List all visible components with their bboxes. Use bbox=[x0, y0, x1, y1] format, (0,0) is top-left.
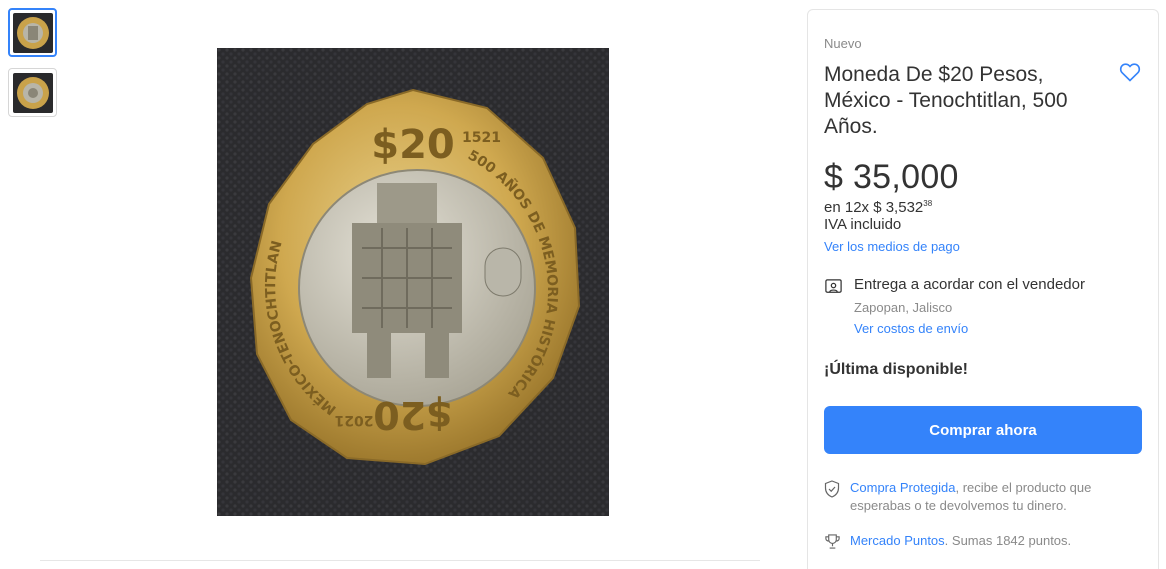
installments-amount: en 12x $ 3,532 bbox=[824, 199, 924, 216]
iva-label: IVA incluido bbox=[824, 216, 902, 233]
coin-thumbnail-graphic bbox=[16, 16, 49, 49]
mercado-puntos-link[interactable]: Mercado Puntos bbox=[850, 533, 945, 548]
seller-location: Zapopan, Jalisco bbox=[854, 300, 953, 315]
payment-methods-link[interactable]: Ver los medios de pago bbox=[824, 239, 960, 254]
gallery-divider bbox=[40, 560, 760, 561]
purchase-protection: Compra Protegida, recibe el producto que… bbox=[850, 479, 1130, 515]
stock-status: ¡Última disponible! bbox=[824, 361, 968, 378]
buy-box: Nuevo Moneda De $20 Pesos, México - Teno… bbox=[807, 9, 1159, 569]
thumbnail-list bbox=[8, 8, 57, 128]
points-description: . Sumas 1842 puntos. bbox=[944, 533, 1072, 548]
coin-year-bottom: 2021 bbox=[335, 412, 374, 428]
trophy-icon bbox=[825, 534, 840, 549]
thumbnail-1[interactable] bbox=[8, 8, 57, 57]
handshake-location-icon bbox=[825, 279, 842, 293]
protected-purchase-link[interactable]: Compra Protegida bbox=[850, 480, 956, 495]
shipping-costs-link[interactable]: Ver costos de envío bbox=[854, 321, 968, 336]
coin-thumbnail-image bbox=[12, 12, 53, 53]
heart-icon[interactable] bbox=[1118, 60, 1142, 84]
coin-denomination-bottom: $20 bbox=[373, 393, 452, 437]
shield-check-icon bbox=[824, 480, 840, 498]
product-condition: Nuevo bbox=[824, 36, 862, 51]
coin-thumbnail-graphic bbox=[16, 76, 49, 109]
coin-photo: $20 1521 500 AÑOS DE MEMORIA HISTÓRICA M… bbox=[217, 48, 609, 516]
installments-cents: 38 bbox=[923, 199, 933, 208]
coin-year-top: 1521 bbox=[462, 130, 501, 146]
loyalty-points: Mercado Puntos. Sumas 1842 puntos. bbox=[850, 533, 1071, 548]
installments: en 12x $ 3,53238 bbox=[824, 199, 932, 216]
thumbnail-2[interactable] bbox=[8, 68, 57, 117]
coin-thumbnail-image bbox=[12, 72, 53, 113]
coin-denomination: $20 bbox=[371, 122, 455, 168]
delivery-info: Entrega a acordar con el vendedor bbox=[854, 276, 1085, 293]
product-main-image[interactable]: $20 1521 500 AÑOS DE MEMORIA HISTÓRICA M… bbox=[217, 48, 609, 516]
buy-now-button[interactable]: Comprar ahora bbox=[824, 406, 1142, 454]
product-title: Moneda De $20 Pesos, México - Tenochtitl… bbox=[824, 63, 1068, 138]
product-price: $ 35,000 bbox=[824, 158, 959, 196]
